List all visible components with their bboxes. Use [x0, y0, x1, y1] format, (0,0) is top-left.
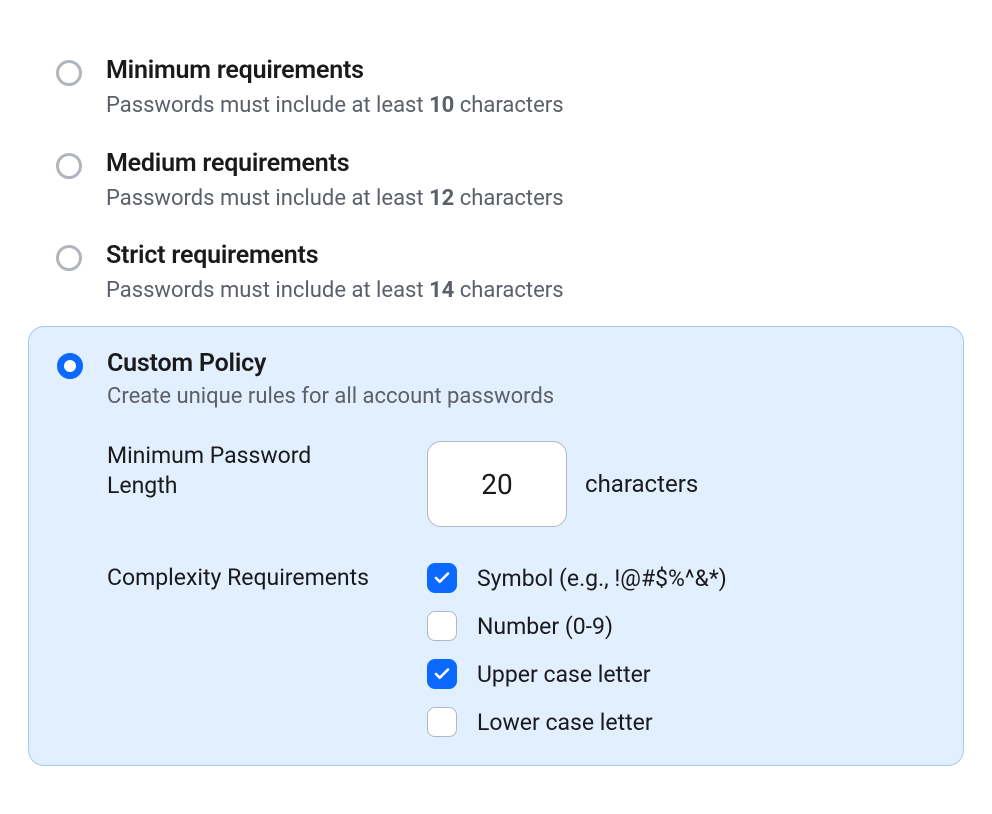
- check-row-lower[interactable]: Lower case letter: [427, 707, 935, 737]
- option-desc: Passwords must include at least 10 chara…: [106, 91, 936, 121]
- radio-strict[interactable]: [56, 245, 82, 271]
- check-row-symbol[interactable]: Symbol (e.g., !@#$%^&*): [427, 563, 935, 593]
- policy-option-strict[interactable]: Strict requirements Passwords must inclu…: [28, 233, 964, 326]
- radio-minimum[interactable]: [56, 60, 82, 86]
- option-title: Medium requirements: [106, 149, 936, 178]
- complexity-label: Complexity Requirements: [107, 563, 427, 593]
- min-length-suffix: characters: [585, 470, 698, 498]
- option-title: Minimum requirements: [106, 56, 936, 85]
- min-length-row: characters: [427, 441, 935, 527]
- check-row-number[interactable]: Number (0-9): [427, 611, 935, 641]
- custom-top[interactable]: Custom Policy Create unique rules for al…: [57, 349, 935, 409]
- checkbox-number[interactable]: [427, 611, 457, 641]
- policy-option-minimum[interactable]: Minimum requirements Passwords must incl…: [28, 48, 964, 141]
- desc-suffix: characters: [454, 186, 563, 211]
- custom-body: Custom Policy Create unique rules for al…: [107, 349, 935, 409]
- checkbox-label: Symbol (e.g., !@#$%^&*): [477, 565, 727, 592]
- radio-medium[interactable]: [56, 153, 82, 179]
- option-body: Strict requirements Passwords must inclu…: [106, 241, 936, 306]
- check-icon: [433, 569, 451, 587]
- desc-prefix: Passwords must include at least: [106, 93, 429, 118]
- checkbox-label: Number (0-9): [477, 613, 613, 640]
- check-row-upper[interactable]: Upper case letter: [427, 659, 935, 689]
- desc-count: 10: [429, 93, 454, 118]
- option-desc: Create unique rules for all account pass…: [107, 384, 935, 409]
- desc-prefix: Passwords must include at least: [106, 186, 429, 211]
- checkbox-symbol[interactable]: [427, 563, 457, 593]
- radio-custom[interactable]: [57, 353, 83, 379]
- min-length-input[interactable]: [427, 441, 567, 527]
- option-title: Custom Policy: [107, 349, 935, 378]
- checkbox-label: Lower case letter: [477, 709, 653, 736]
- option-desc: Passwords must include at least 14 chara…: [106, 276, 936, 306]
- option-desc: Passwords must include at least 12 chara…: [106, 184, 936, 214]
- custom-form: Minimum Password Length characters Compl…: [107, 441, 935, 737]
- policy-option-custom: Custom Policy Create unique rules for al…: [28, 326, 964, 766]
- option-body: Minimum requirements Passwords must incl…: [106, 56, 936, 121]
- check-icon: [433, 665, 451, 683]
- desc-count: 12: [429, 186, 454, 211]
- option-body: Medium requirements Passwords must inclu…: [106, 149, 936, 214]
- desc-prefix: Passwords must include at least: [106, 278, 429, 303]
- desc-suffix: characters: [454, 93, 563, 118]
- desc-suffix: characters: [454, 278, 563, 303]
- min-length-label: Minimum Password Length: [107, 441, 427, 501]
- desc-count: 14: [429, 278, 454, 303]
- checkbox-lower[interactable]: [427, 707, 457, 737]
- checkbox-label: Upper case letter: [477, 661, 651, 688]
- policy-option-medium[interactable]: Medium requirements Passwords must inclu…: [28, 141, 964, 234]
- checkbox-upper[interactable]: [427, 659, 457, 689]
- option-title: Strict requirements: [106, 241, 936, 270]
- complexity-list: Symbol (e.g., !@#$%^&*) Number (0-9) Upp…: [427, 563, 935, 737]
